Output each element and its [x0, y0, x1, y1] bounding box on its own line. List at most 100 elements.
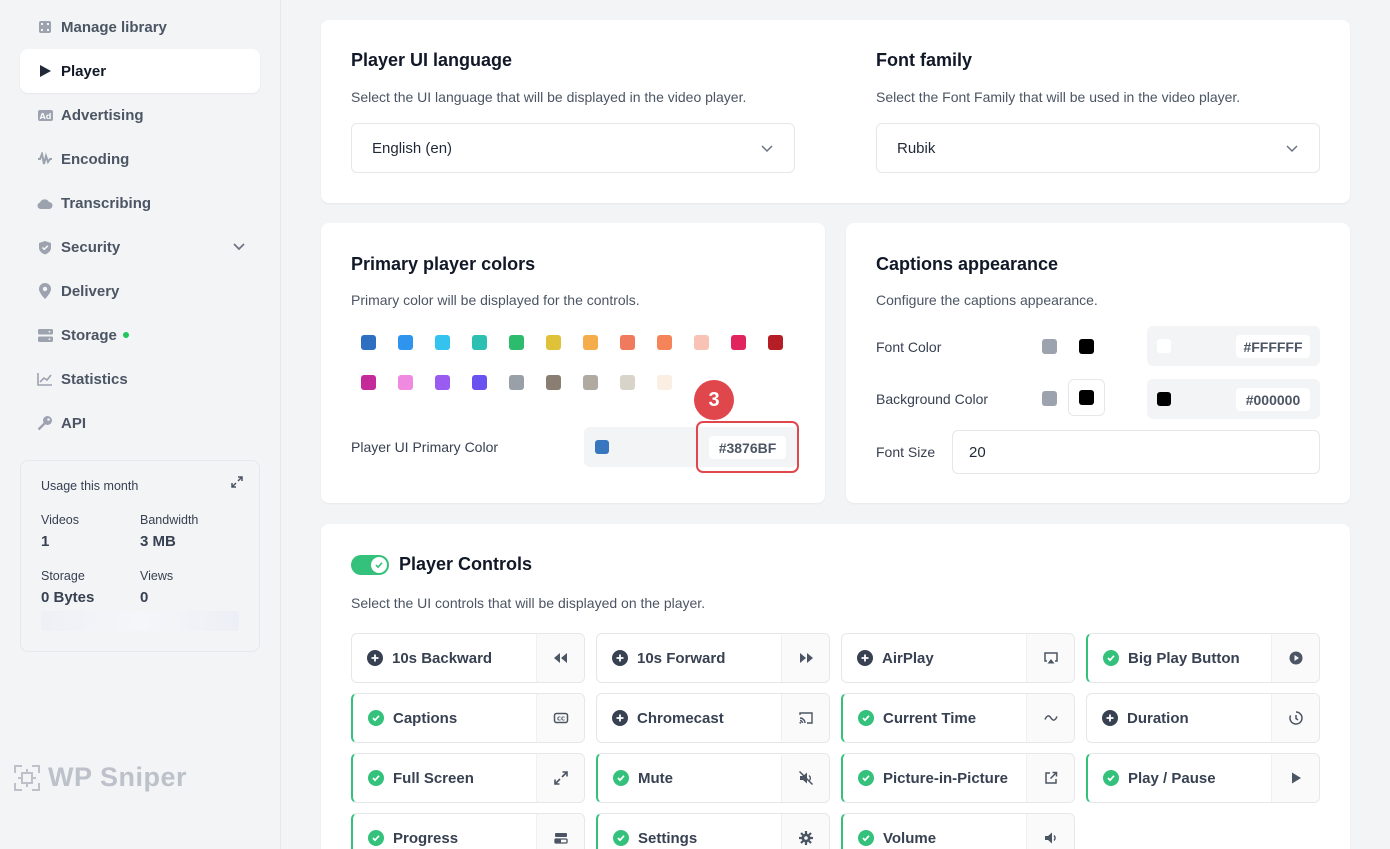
control-label: Current Time — [883, 709, 977, 727]
usage-panel: Usage this month Videos 1 Bandwidth 3 MB S… — [20, 460, 260, 652]
usage-bandwidth-label: Bandwidth — [140, 513, 199, 527]
bg-color-picker[interactable]: #000000 — [1147, 379, 1320, 419]
color-swatch[interactable] — [472, 375, 487, 390]
bg-color-swatch-gray[interactable] — [1042, 391, 1057, 406]
colors-desc: Primary color will be displayed for the … — [351, 292, 640, 308]
color-swatch[interactable] — [509, 335, 524, 350]
ad-icon: Ad — [37, 107, 53, 123]
color-swatch[interactable] — [657, 375, 672, 390]
sidebar-item-label: Storage — [61, 326, 117, 344]
control-picture-in-picture[interactable]: Picture-in-Picture — [841, 753, 1075, 803]
usage-videos-value: 1 — [41, 533, 50, 550]
check-circle-icon — [1103, 770, 1119, 786]
sidebar-item-label: Encoding — [61, 150, 130, 168]
control-label: 10s Forward — [637, 649, 726, 667]
status-dot — [122, 332, 129, 338]
font-select-value: Rubik — [897, 139, 936, 157]
control-chromecast[interactable]: Chromecast — [596, 693, 830, 743]
font-size-input[interactable]: 20 — [952, 430, 1320, 474]
sidebar-item-manage-library[interactable]: Manage library — [20, 5, 260, 49]
usage-bandwidth-value: 3 MB — [140, 533, 176, 550]
plus-circle-icon — [1102, 710, 1118, 726]
font-color-swatch-black[interactable] — [1079, 339, 1094, 354]
sidebar-item-statistics[interactable]: Statistics — [20, 357, 260, 401]
control-airplay[interactable]: AirPlay — [841, 633, 1075, 683]
color-swatch[interactable] — [731, 335, 746, 350]
fast-forward-icon — [781, 634, 829, 682]
annotation-highlight — [696, 421, 799, 473]
bg-color-hex[interactable]: #000000 — [1236, 388, 1310, 411]
controls-desc: Select the UI controls that will be disp… — [351, 595, 706, 611]
plus-circle-icon — [612, 650, 628, 666]
svg-text:Ad: Ad — [39, 112, 51, 121]
control-label: Play / Pause — [1128, 769, 1216, 787]
primary-colors-card: Primary player colors Primary color will… — [321, 223, 825, 503]
check-circle-icon — [858, 710, 874, 726]
bg-color-swatch-selected[interactable] — [1068, 379, 1105, 416]
expand-icon[interactable] — [231, 475, 243, 493]
sidebar-item-advertising[interactable]: Ad Advertising — [20, 93, 260, 137]
plus-circle-icon — [367, 650, 383, 666]
color-swatch[interactable] — [435, 375, 450, 390]
cast-icon — [781, 694, 829, 742]
control-label: Duration — [1127, 709, 1189, 727]
annotation-badge: 3 — [694, 380, 734, 420]
plus-circle-icon — [857, 650, 873, 666]
control-label: Mute — [638, 769, 673, 787]
volume-icon — [1026, 814, 1074, 849]
sidebar-item-security[interactable]: Security — [20, 225, 260, 269]
sidebar-item-encoding[interactable]: Encoding — [20, 137, 260, 181]
sidebar-item-player[interactable]: Player — [20, 49, 260, 93]
font-color-swatch-gray[interactable] — [1042, 339, 1057, 354]
check-circle-icon — [368, 830, 384, 846]
color-swatch[interactable] — [398, 335, 413, 350]
sidebar-item-delivery[interactable]: Delivery — [20, 269, 260, 313]
control-current-time[interactable]: Current Time — [841, 693, 1075, 743]
chevron-down-icon — [760, 141, 774, 159]
color-swatch[interactable] — [509, 375, 524, 390]
control-full-screen[interactable]: Full Screen — [351, 753, 585, 803]
color-swatch[interactable] — [472, 335, 487, 350]
shield-icon — [37, 239, 53, 255]
sidebar-item-api[interactable]: API — [20, 401, 260, 445]
color-swatch[interactable] — [657, 335, 672, 350]
gear-icon — [781, 814, 829, 849]
control-label: Full Screen — [393, 769, 474, 787]
sidebar-item-transcribing[interactable]: Transcribing — [20, 181, 260, 225]
control-big-play-button[interactable]: Big Play Button — [1086, 633, 1320, 683]
usage-title: Usage this month — [41, 479, 139, 493]
font-size-label: Font Size — [876, 444, 936, 460]
control-mute[interactable]: Mute — [596, 753, 830, 803]
control-10s-backward[interactable]: 10s Backward — [351, 633, 585, 683]
font-color-picker[interactable]: #FFFFFF — [1147, 326, 1320, 366]
color-swatch[interactable] — [361, 375, 376, 390]
color-swatch[interactable] — [694, 335, 709, 350]
color-swatch[interactable] — [361, 335, 376, 350]
color-swatch[interactable] — [620, 375, 635, 390]
control-captions[interactable]: Captions CC — [351, 693, 585, 743]
control-play-pause[interactable]: Play / Pause — [1086, 753, 1320, 803]
control-volume[interactable]: Volume — [841, 813, 1075, 849]
control-duration[interactable]: Duration — [1086, 693, 1320, 743]
color-swatch[interactable] — [546, 335, 561, 350]
check-icon — [371, 557, 387, 573]
control-progress[interactable]: Progress — [351, 813, 585, 849]
color-swatch[interactable] — [435, 335, 450, 350]
color-swatch[interactable] — [768, 335, 783, 350]
sidebar-item-storage[interactable]: Storage — [20, 313, 260, 357]
font-select[interactable]: Rubik — [876, 123, 1320, 173]
progress-icon — [536, 814, 584, 849]
play-icon — [37, 63, 53, 79]
font-color-hex[interactable]: #FFFFFF — [1236, 335, 1310, 358]
control-10s-forward[interactable]: 10s Forward — [596, 633, 830, 683]
color-swatch[interactable] — [546, 375, 561, 390]
chevron-down-icon[interactable] — [232, 239, 246, 258]
control-settings[interactable]: Settings — [596, 813, 830, 849]
color-swatch[interactable] — [583, 335, 598, 350]
color-swatch[interactable] — [583, 375, 598, 390]
usage-views-label: Views — [140, 569, 174, 583]
color-swatch[interactable] — [620, 335, 635, 350]
language-select[interactable]: English (en) — [351, 123, 795, 173]
player-controls-toggle[interactable] — [351, 555, 389, 575]
color-swatch[interactable] — [398, 375, 413, 390]
